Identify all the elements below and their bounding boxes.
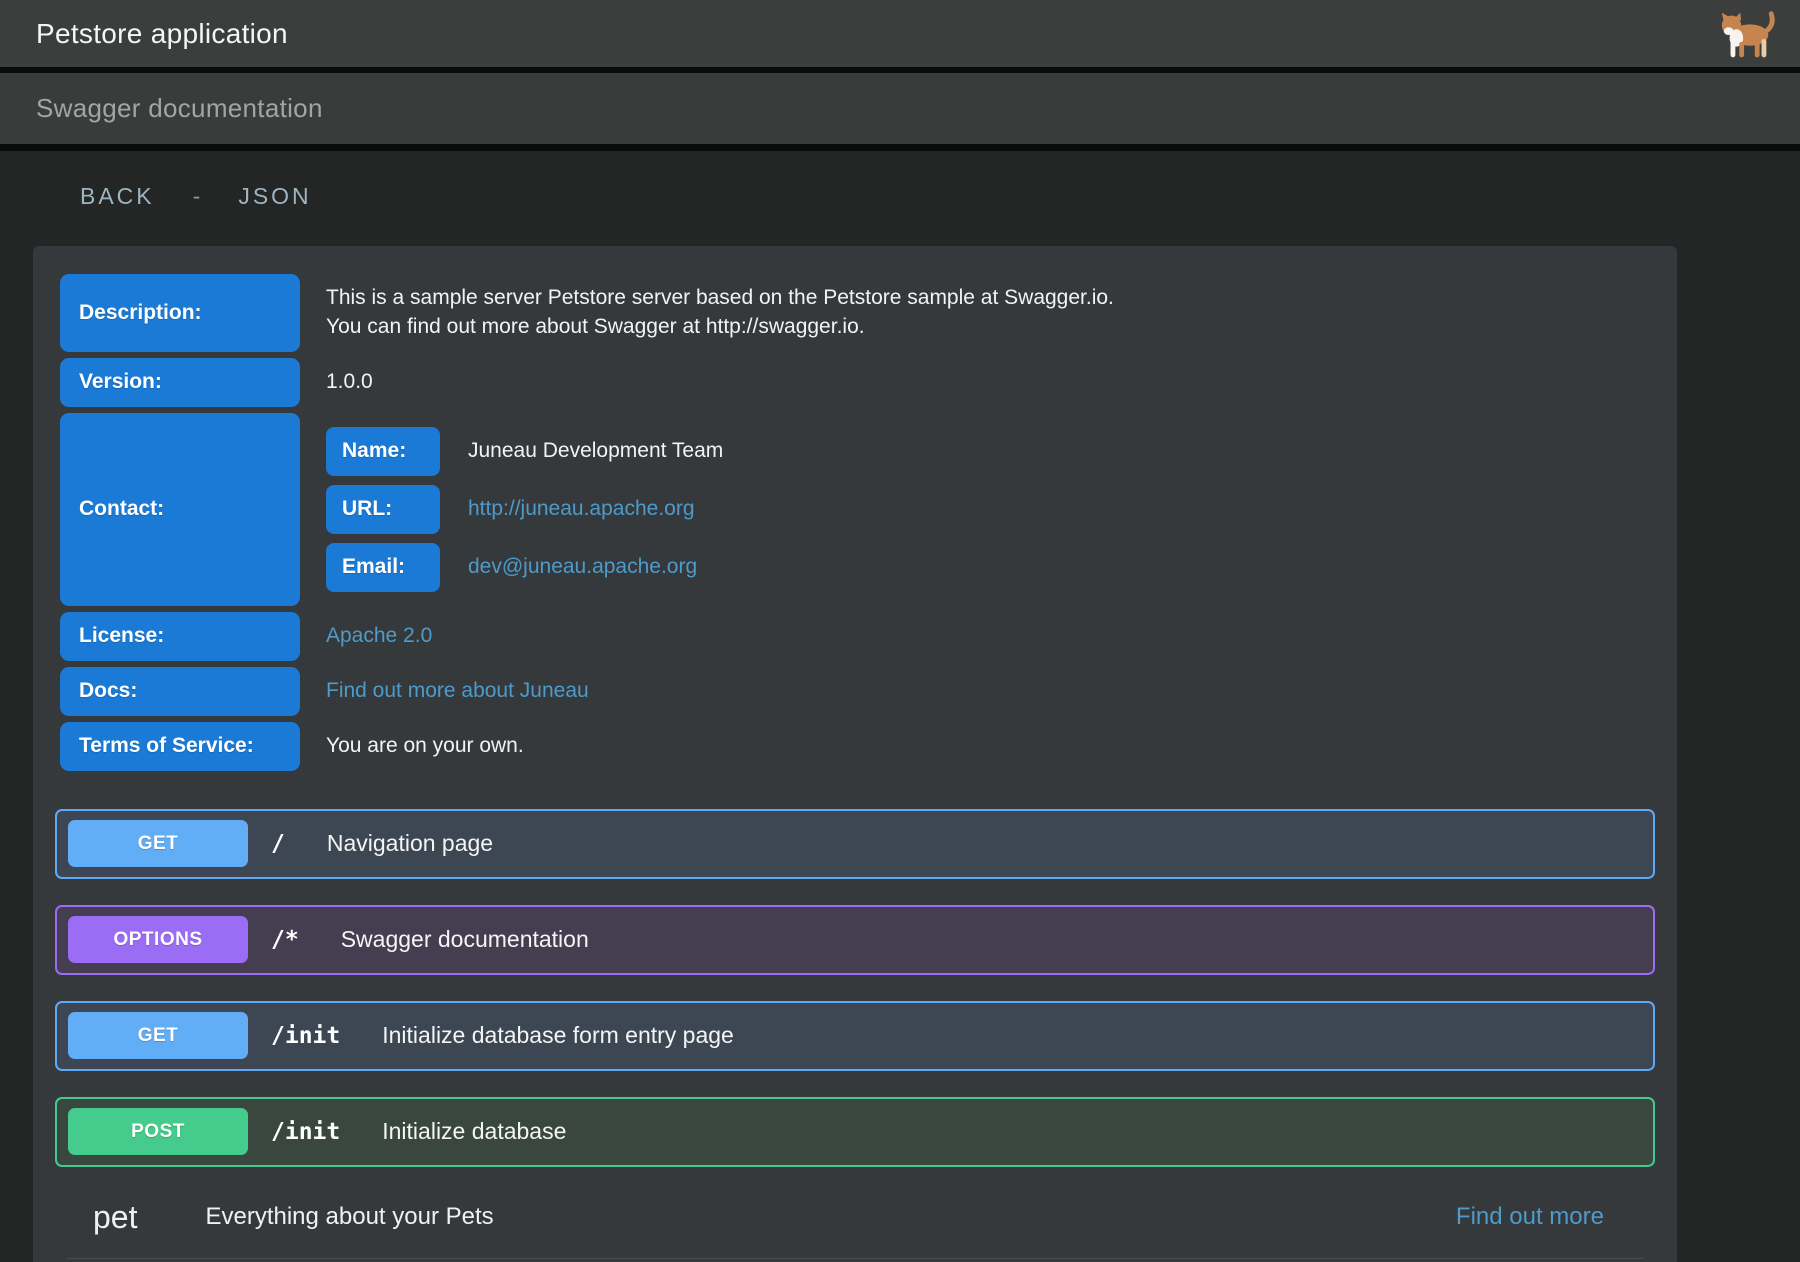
version-row: Version: 1.0.0 — [60, 358, 1655, 407]
contact-label: Contact: — [60, 413, 300, 606]
app-header: Petstore application — [0, 0, 1800, 73]
method-badge-post: POST — [68, 1108, 248, 1155]
contact-email-link[interactable]: dev@juneau.apache.org — [468, 555, 697, 578]
license-label: License: — [60, 612, 300, 661]
contact-row: Contact: Name: Juneau Development Team U… — [60, 413, 1655, 606]
operation-path: / — [271, 831, 285, 857]
docs-link[interactable]: Find out more about Juneau — [326, 677, 1655, 706]
contact-url-label: URL: — [326, 485, 440, 534]
contact-name-value: Juneau Development Team — [440, 437, 723, 466]
description-label: Description: — [60, 274, 300, 352]
operation-row-get-root[interactable]: GET / Navigation page — [55, 809, 1655, 879]
contact-url-row: URL: http://juneau.apache.org — [326, 485, 1655, 534]
contact-name-row: Name: Juneau Development Team — [326, 427, 1655, 476]
operation-path: /init — [271, 1119, 340, 1145]
back-link[interactable]: BACK — [80, 183, 155, 210]
tag-description: Everything about your Pets — [205, 1203, 493, 1231]
terms-value: You are on your own. — [300, 722, 1655, 771]
description-value: This is a sample server Petstore server … — [300, 274, 1655, 352]
contact-table: Name: Juneau Development Team URL: http:… — [326, 423, 1655, 596]
method-badge-options: OPTIONS — [68, 916, 248, 963]
app-title: Petstore application — [36, 18, 288, 50]
license-row: License: Apache 2.0 — [60, 612, 1655, 661]
contact-name-label: Name: — [326, 427, 440, 476]
operation-row-post-init[interactable]: POST /init Initialize database — [55, 1097, 1655, 1167]
operation-summary: Initialize database form entry page — [382, 1022, 734, 1049]
api-info-card: Description: This is a sample server Pet… — [33, 246, 1677, 1262]
terms-row: Terms of Service: You are on your own. — [60, 722, 1655, 771]
contact-url-link[interactable]: http://juneau.apache.org — [468, 497, 695, 520]
docs-row: Docs: Find out more about Juneau — [60, 667, 1655, 716]
description-row: Description: This is a sample server Pet… — [60, 274, 1655, 352]
doc-header: Swagger documentation — [0, 73, 1800, 151]
version-label: Version: — [60, 358, 300, 407]
operation-summary: Swagger documentation — [341, 926, 589, 953]
toolbar: BACK - JSON — [0, 151, 1800, 210]
contact-email-row: Email: dev@juneau.apache.org — [326, 543, 1655, 592]
operation-row-options[interactable]: OPTIONS /* Swagger documentation — [55, 905, 1655, 975]
operations-list: GET / Navigation page OPTIONS /* Swagger… — [55, 809, 1655, 1167]
operation-summary: Initialize database — [382, 1118, 566, 1145]
docs-label: Docs: — [60, 667, 300, 716]
operation-row-get-init[interactable]: GET /init Initialize database form entry… — [55, 1001, 1655, 1071]
terms-label: Terms of Service: — [60, 722, 300, 771]
operation-summary: Navigation page — [327, 830, 493, 857]
method-badge-get: GET — [68, 820, 248, 867]
operation-path: /* — [271, 927, 299, 953]
cat-icon — [1716, 10, 1778, 62]
content: BACK - JSON Description: This is a sampl… — [0, 151, 1800, 1262]
contact-value: Name: Juneau Development Team URL: http:… — [300, 413, 1655, 606]
operation-path: /init — [271, 1023, 340, 1049]
tag-find-out-more-link[interactable]: Find out more — [1456, 1203, 1604, 1231]
api-info-table: Description: This is a sample server Pet… — [60, 274, 1655, 771]
contact-email-label: Email: — [326, 543, 440, 592]
tag-section-pet[interactable]: pet Everything about your Pets Find out … — [66, 1197, 1644, 1259]
json-link[interactable]: JSON — [238, 183, 311, 210]
doc-title: Swagger documentation — [36, 93, 323, 124]
version-value: 1.0.0 — [300, 358, 1655, 407]
nav-separator: - — [193, 183, 201, 210]
tag-name: pet — [93, 1199, 137, 1236]
license-link[interactable]: Apache 2.0 — [326, 622, 1655, 651]
method-badge-get: GET — [68, 1012, 248, 1059]
